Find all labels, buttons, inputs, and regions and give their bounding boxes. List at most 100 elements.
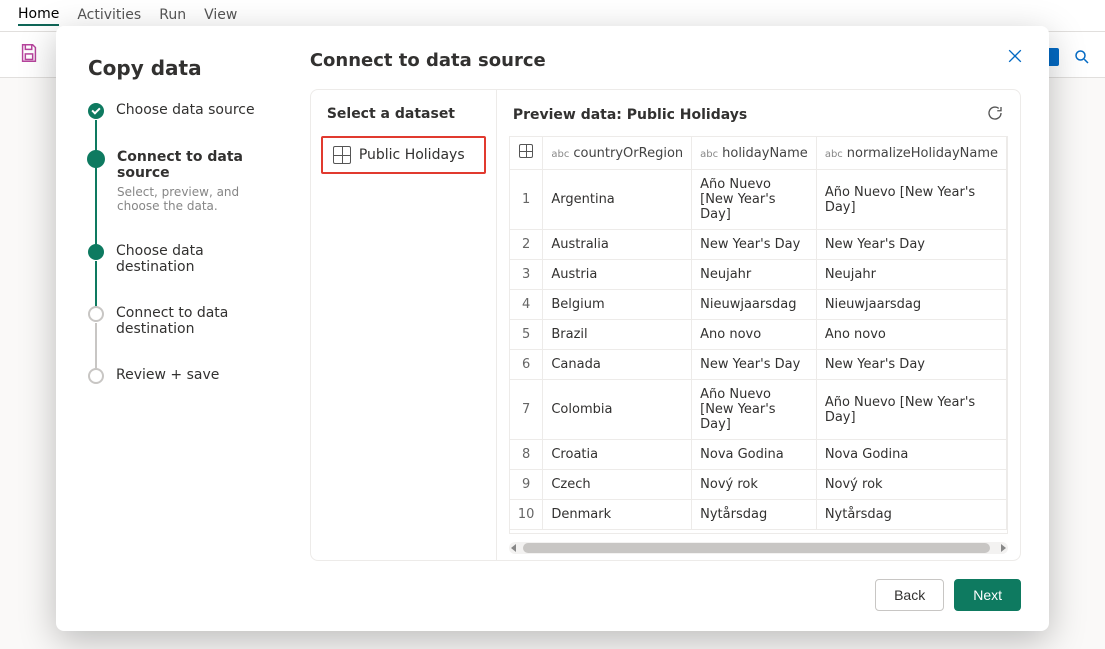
- step-label: Review + save: [116, 367, 219, 383]
- cell-countryOrRegion: Canada: [543, 350, 692, 380]
- cell-holidayName: Nový rok: [692, 470, 817, 500]
- cell-holidayName: Neujahr: [692, 260, 817, 290]
- preview-table: abccountryOrRegion abcholidayName abcnor…: [510, 137, 1007, 530]
- table-row[interactable]: 3AustriaNeujahrNeujahr: [510, 260, 1007, 290]
- preview-table-wrap[interactable]: abccountryOrRegion abcholidayName abcnor…: [509, 136, 1008, 534]
- save-icon[interactable]: [18, 42, 40, 68]
- table-row[interactable]: 8CroatiaNova GodinaNova Godina: [510, 440, 1007, 470]
- ribbon-tab-view[interactable]: View: [204, 7, 237, 25]
- copy-data-dialog: Copy data Choose data source Connect to …: [56, 26, 1049, 631]
- table-header-row: abccountryOrRegion abcholidayName abcnor…: [510, 137, 1007, 170]
- step-label: Connect to data destination: [116, 305, 264, 337]
- column-header[interactable]: abc countryOrRegion: [543, 137, 692, 170]
- dialog-content: Connect to data source Select a dataset …: [286, 26, 1049, 631]
- cell-normalizeHolidayName: Nytårsdag: [816, 500, 1006, 530]
- column-type: abc: [551, 149, 569, 160]
- column-header[interactable]: abcholidayName: [692, 137, 817, 170]
- row-number: 2: [510, 230, 543, 260]
- close-icon[interactable]: [1005, 46, 1025, 70]
- refresh-icon[interactable]: [986, 104, 1004, 126]
- dataset-item-label: Public Holidays: [359, 147, 465, 163]
- cell-holidayName: Año Nuevo [New Year's Day]: [692, 380, 817, 440]
- step-bullet-icon: [88, 368, 104, 384]
- cell-holidayName: Año Nuevo [New Year's Day]: [692, 170, 817, 230]
- cell-holidayName: Ano novo: [692, 320, 817, 350]
- dataset-heading: Select a dataset: [327, 106, 480, 122]
- step-bullet-icon: [88, 306, 104, 322]
- wizard-steps-panel: Copy data Choose data source Connect to …: [56, 26, 286, 631]
- step-sublabel: Select, preview, and choose the data.: [117, 185, 264, 213]
- cell-countryOrRegion: Croatia: [543, 440, 692, 470]
- cell-normalizeHolidayName: Nieuwjaarsdag: [816, 290, 1006, 320]
- cell-holidayName: New Year's Day: [692, 350, 817, 380]
- horizontal-scrollbar[interactable]: [509, 542, 1008, 554]
- table-row[interactable]: 5BrazilAno novoAno novo: [510, 320, 1007, 350]
- table-icon: [333, 146, 351, 164]
- cell-countryOrRegion: Argentina: [543, 170, 692, 230]
- column-name: normalizeHolidayName: [847, 146, 998, 161]
- table-row[interactable]: 6CanadaNew Year's DayNew Year's Day: [510, 350, 1007, 380]
- step-label: Choose data source: [116, 102, 255, 118]
- ribbon-tab-activities[interactable]: Activities: [77, 7, 141, 25]
- cell-normalizeHolidayName: New Year's Day: [816, 350, 1006, 380]
- row-number: 8: [510, 440, 543, 470]
- search-icon[interactable]: [1073, 48, 1091, 66]
- cell-countryOrRegion: Brazil: [543, 320, 692, 350]
- checkmark-icon: [88, 103, 104, 119]
- table-row[interactable]: 7ColombiaAño Nuevo [New Year's Day]Año N…: [510, 380, 1007, 440]
- cell-countryOrRegion: Austria: [543, 260, 692, 290]
- step-choose-data-source[interactable]: Choose data source: [88, 102, 264, 149]
- table-row[interactable]: 4BelgiumNieuwjaarsdagNieuwjaarsdag: [510, 290, 1007, 320]
- dialog-footer: Back Next: [310, 561, 1021, 611]
- cell-normalizeHolidayName: Nova Godina: [816, 440, 1006, 470]
- cell-countryOrRegion: Czech: [543, 470, 692, 500]
- step-connect-to-data-destination[interactable]: Connect to data destination: [88, 305, 264, 367]
- ribbon-tab-run[interactable]: Run: [159, 7, 186, 25]
- step-bullet-icon: [88, 244, 104, 260]
- cell-countryOrRegion: Colombia: [543, 380, 692, 440]
- step-label: Connect to data source: [117, 149, 264, 181]
- ribbon-tab-home[interactable]: Home: [18, 6, 59, 26]
- column-type: abc: [700, 149, 718, 160]
- row-number: 6: [510, 350, 543, 380]
- cell-holidayName: New Year's Day: [692, 230, 817, 260]
- step-bullet-icon: [87, 150, 105, 168]
- cell-normalizeHolidayName: New Year's Day: [816, 230, 1006, 260]
- row-number: 1: [510, 170, 543, 230]
- row-header-icon-cell: [510, 137, 543, 170]
- column-name: countryOrRegion: [573, 146, 683, 161]
- dataset-item-public-holidays[interactable]: Public Holidays: [321, 136, 486, 174]
- column-header[interactable]: abc normalizeHolidayName: [816, 137, 1006, 170]
- step-choose-data-destination[interactable]: Choose data destination: [88, 243, 264, 305]
- cell-normalizeHolidayName: Nový rok: [816, 470, 1006, 500]
- cell-countryOrRegion: Australia: [543, 230, 692, 260]
- dataset-preview-card: Select a dataset Public Holidays Preview…: [310, 89, 1021, 561]
- row-number: 7: [510, 380, 543, 440]
- page-title: Connect to data source: [310, 50, 1021, 71]
- row-number: 5: [510, 320, 543, 350]
- row-number: 3: [510, 260, 543, 290]
- cell-normalizeHolidayName: Neujahr: [816, 260, 1006, 290]
- back-button[interactable]: Back: [875, 579, 944, 611]
- next-button[interactable]: Next: [954, 579, 1021, 611]
- table-row[interactable]: 2AustraliaNew Year's DayNew Year's Day: [510, 230, 1007, 260]
- column-type: abc: [825, 149, 843, 160]
- wizard-title: Copy data: [88, 56, 264, 80]
- preview-title: Preview data: Public Holidays: [513, 107, 747, 123]
- row-number: 9: [510, 470, 543, 500]
- cell-holidayName: Nytårsdag: [692, 500, 817, 530]
- cell-countryOrRegion: Belgium: [543, 290, 692, 320]
- row-number: 4: [510, 290, 543, 320]
- table-row[interactable]: 10DenmarkNytårsdagNytårsdag: [510, 500, 1007, 530]
- dataset-list: Select a dataset Public Holidays: [311, 90, 497, 560]
- table-icon: [519, 144, 533, 158]
- cell-holidayName: Nieuwjaarsdag: [692, 290, 817, 320]
- cell-countryOrRegion: Denmark: [543, 500, 692, 530]
- row-number: 10: [510, 500, 543, 530]
- step-connect-to-data-source[interactable]: Connect to data source Select, preview, …: [88, 149, 264, 243]
- table-row[interactable]: 9CzechNový rokNový rok: [510, 470, 1007, 500]
- cell-normalizeHolidayName: Ano novo: [816, 320, 1006, 350]
- table-row[interactable]: 1ArgentinaAño Nuevo [New Year's Day]Año …: [510, 170, 1007, 230]
- preview-panel: Preview data: Public Holidays abc country…: [497, 90, 1020, 560]
- step-review-save[interactable]: Review + save: [88, 367, 264, 384]
